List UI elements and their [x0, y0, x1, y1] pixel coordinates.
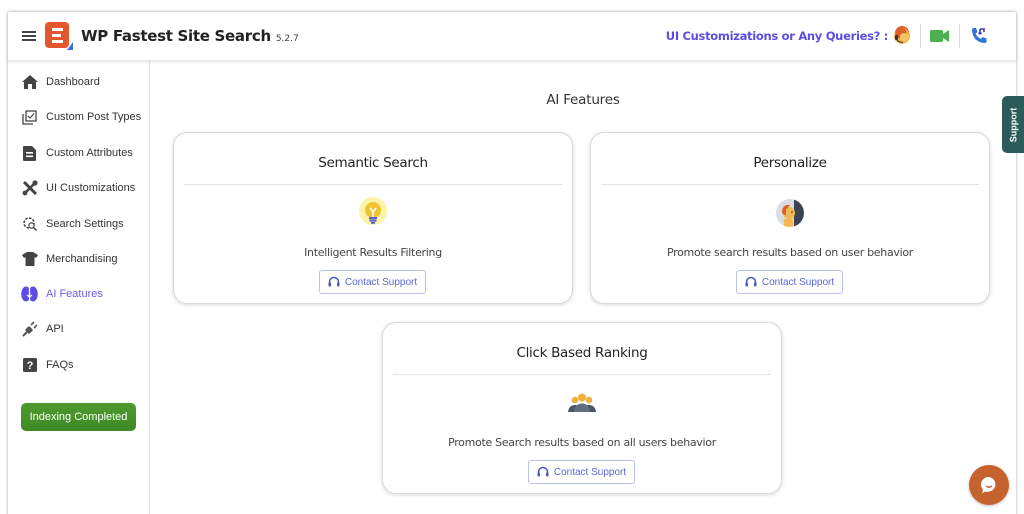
app-title: WP Fastest Site Search	[81, 27, 271, 45]
user-profile-icon	[776, 199, 804, 227]
contact-support-button[interactable]: Contact Support	[528, 460, 635, 484]
sidebar-item-custom-attributes[interactable]: Custom Attributes	[21, 142, 133, 164]
app-window: WP Fastest Site Search 5.2.7 UI Customiz…	[8, 12, 1016, 514]
chat-launcher-button[interactable]	[969, 465, 1009, 505]
users-group-icon	[568, 393, 596, 412]
sidebar-item-ai-features[interactable]: AI Features	[21, 283, 103, 305]
logo-icon	[45, 22, 73, 50]
card-description: Promote Search results based on all user…	[448, 436, 716, 449]
feature-card-click-based-ranking: Click Based Ranking Promote Search resul…	[382, 322, 782, 494]
sidebar-item-search-settings[interactable]: Search Settings	[21, 213, 124, 235]
feature-card-semantic-search: Semantic Search Intelligent Results Filt…	[173, 132, 573, 304]
support-tab[interactable]: Support	[1002, 96, 1024, 153]
sidebar: Dashboard Custom Post Types Custom Attri…	[8, 61, 150, 514]
queries-link[interactable]: UI Customizations or Any Queries? :	[666, 29, 889, 43]
card-title: Semantic Search	[318, 155, 428, 171]
support-agent-icon[interactable]	[892, 26, 912, 46]
sidebar-item-faqs[interactable]: ? FAQs	[21, 354, 74, 376]
question-icon: ?	[21, 357, 38, 374]
card-description: Promote search results based on user beh…	[666, 246, 914, 259]
headset-icon	[537, 466, 549, 477]
sidebar-item-merchandising[interactable]: Merchandising	[21, 248, 118, 270]
brain-icon	[21, 286, 38, 303]
phone-callback-icon[interactable]	[968, 25, 990, 47]
video-call-icon[interactable]	[929, 25, 951, 47]
feature-card-personalize: Personalize Promote search results based…	[590, 132, 990, 304]
header-divider	[920, 24, 921, 48]
lightbulb-icon	[359, 197, 387, 225]
contact-support-button[interactable]: Contact Support	[319, 270, 426, 294]
card-description: Intelligent Results Filtering	[304, 246, 442, 259]
card-divider	[601, 184, 979, 185]
indexing-status-button[interactable]: Indexing Completed	[21, 403, 136, 431]
header-actions: UI Customizations or Any Queries? :	[666, 12, 998, 60]
sidebar-item-custom-post-types[interactable]: Custom Post Types	[21, 106, 141, 128]
checkbox-stack-icon	[21, 109, 38, 126]
hamburger-icon[interactable]	[22, 29, 36, 43]
plug-icon	[21, 321, 38, 338]
headset-icon	[328, 276, 340, 287]
tools-icon	[21, 180, 38, 197]
sidebar-item-api[interactable]: API	[21, 318, 64, 340]
app-version: 5.2.7	[275, 33, 299, 44]
page-title: AI Features	[546, 92, 620, 108]
sidebar-item-dashboard[interactable]: Dashboard	[21, 71, 100, 93]
home-icon	[21, 74, 38, 91]
shirt-icon	[21, 251, 38, 268]
svg-text:?: ?	[26, 360, 33, 372]
chat-bubble-icon	[980, 476, 996, 494]
card-divider	[184, 184, 562, 185]
card-title: Personalize	[753, 155, 827, 171]
contact-support-button[interactable]: Contact Support	[736, 270, 843, 294]
card-title: Click Based Ranking	[516, 345, 648, 361]
main-content: AI Features Semantic Search Intelligent …	[150, 61, 1016, 514]
top-header: WP Fastest Site Search 5.2.7 UI Customiz…	[8, 12, 1016, 61]
header-divider	[959, 24, 960, 48]
headset-icon	[745, 276, 757, 287]
sidebar-item-ui-customizations[interactable]: UI Customizations	[21, 177, 135, 199]
card-divider	[393, 374, 771, 375]
search-settings-icon	[21, 216, 38, 233]
document-icon	[21, 145, 38, 162]
